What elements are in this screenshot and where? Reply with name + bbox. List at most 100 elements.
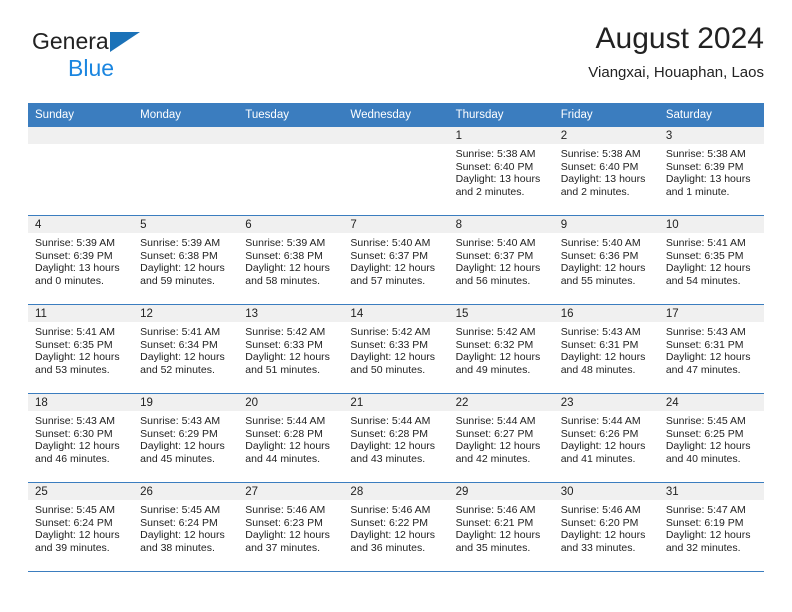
daylight-text-line2: and 54 minutes. xyxy=(665,274,741,287)
sunset-text: Sunset: 6:38 PM xyxy=(140,249,218,262)
calendar-day-cell[interactable]: 16 Sunrise: 5:43 AM Sunset: 6:31 PM Dayligh… xyxy=(553,304,659,394)
calendar-day-cell[interactable]: 27 Sunrise: 5:46 AM Sunset: 6:23 PM Dayligh… xyxy=(238,482,344,572)
calendar-day-cell[interactable]: 22 Sunrise: 5:44 AM Sunset: 6:27 PM Dayligh… xyxy=(448,393,554,483)
sunrise-text: Sunrise: 5:38 AM xyxy=(665,148,746,160)
day-number: 20 xyxy=(238,394,344,411)
sunrise-text: Sunrise: 5:44 AM xyxy=(245,415,326,427)
brand-line-2: Blue xyxy=(68,55,115,81)
daylight-text-line2: and 45 minutes. xyxy=(140,452,215,465)
calendar-day-cell[interactable]: 7 Sunrise: 5:40 AM Sunset: 6:37 PM Daylight… xyxy=(343,215,449,305)
calendar-week-row: 25 Sunrise: 5:45 AM Sunset: 6:24 PM Dayligh… xyxy=(28,482,764,572)
daylight-text-line2: and 51 minutes. xyxy=(245,363,320,376)
calendar-day-cell[interactable]: 6 Sunrise: 5:39 AM Sunset: 6:38 PM Daylight… xyxy=(238,215,344,305)
sunrise-text: Sunrise: 5:41 AM xyxy=(665,237,746,249)
sunset-text: Sunset: 6:21 PM xyxy=(455,516,534,529)
calendar-day-cell[interactable]: 28 Sunrise: 5:46 AM Sunset: 6:22 PM Dayligh… xyxy=(343,482,449,572)
calendar-day-cell[interactable]: 2 Sunrise: 5:38 AM Sunset: 6:40 PM Daylight… xyxy=(553,126,659,216)
calendar-day-cell[interactable]: 1 Sunrise: 5:38 AM Sunset: 6:40 PM Daylight… xyxy=(448,126,554,216)
day-number xyxy=(343,127,449,144)
calendar-day-cell[interactable]: 23 Sunrise: 5:44 AM Sunset: 6:26 PM Dayligh… xyxy=(553,393,659,483)
day-details: Sunrise: 5:44 AM Sunset: 6:28 PM Daylight:… xyxy=(343,411,448,465)
calendar-day-cell[interactable]: 12 Sunrise: 5:41 AM Sunset: 6:34 PM Dayligh… xyxy=(133,304,239,394)
daylight-text-line1: Daylight: 12 hours xyxy=(35,351,120,364)
daylight-text-line2: and 2 minutes. xyxy=(455,185,525,198)
general-blue-logo[interactable]: General Blue xyxy=(32,30,212,86)
calendar-day-cell[interactable]: 5 Sunrise: 5:39 AM Sunset: 6:38 PM Daylight… xyxy=(133,215,239,305)
calendar-table: Sunday Monday Tuesday Wednesday Thursday… xyxy=(28,103,764,572)
day-number: 30 xyxy=(553,483,659,500)
calendar-day-cell[interactable]: 3 Sunrise: 5:38 AM Sunset: 6:39 PM Daylight… xyxy=(658,126,764,216)
day-number: 11 xyxy=(28,305,134,322)
day-details: Sunrise: 5:43 AM Sunset: 6:29 PM Daylight:… xyxy=(133,411,238,465)
daylight-text-line1: Daylight: 12 hours xyxy=(455,262,541,275)
daylight-text-line1: Daylight: 12 hours xyxy=(140,262,225,275)
sunset-text: Sunset: 6:28 PM xyxy=(245,427,323,440)
calendar-day-cell[interactable]: 24 Sunrise: 5:45 AM Sunset: 6:25 PM Dayligh… xyxy=(658,393,764,483)
daylight-text-line1: Daylight: 13 hours xyxy=(665,173,751,186)
calendar-day-cell[interactable]: 11 Sunrise: 5:41 AM Sunset: 6:35 PM Dayligh… xyxy=(28,304,134,394)
daylight-text-line1: Daylight: 12 hours xyxy=(455,529,541,542)
calendar-day-cell[interactable]: 21 Sunrise: 5:44 AM Sunset: 6:28 PM Dayligh… xyxy=(343,393,449,483)
day-details: Sunrise: 5:41 AM Sunset: 6:35 PM Daylight:… xyxy=(28,322,133,376)
day-details: Sunrise: 5:43 AM Sunset: 6:31 PM Daylight:… xyxy=(659,322,764,376)
day-number: 8 xyxy=(448,216,554,233)
calendar-day-cell[interactable]: 31 Sunrise: 5:47 AM Sunset: 6:19 PM Dayligh… xyxy=(658,482,764,572)
sunrise-text: Sunrise: 5:39 AM xyxy=(35,237,115,249)
sunset-text: Sunset: 6:23 PM xyxy=(245,516,323,529)
calendar-day-cell[interactable]: 15 Sunrise: 5:42 AM Sunset: 6:32 PM Dayligh… xyxy=(448,304,554,394)
daylight-text-line1: Daylight: 12 hours xyxy=(560,351,646,364)
day-details: Sunrise: 5:46 AM Sunset: 6:21 PM Daylight:… xyxy=(449,500,554,554)
daylight-text-line1: Daylight: 12 hours xyxy=(455,440,541,453)
calendar-day-cell[interactable]: 20 Sunrise: 5:44 AM Sunset: 6:28 PM Dayligh… xyxy=(238,393,344,483)
daylight-text-line1: Daylight: 12 hours xyxy=(35,440,120,453)
calendar-day-cell[interactable]: 25 Sunrise: 5:45 AM Sunset: 6:24 PM Dayligh… xyxy=(28,482,134,572)
calendar-day-cell[interactable]: 18 Sunrise: 5:43 AM Sunset: 6:30 PM Dayligh… xyxy=(28,393,134,483)
calendar-day-cell[interactable]: 17 Sunrise: 5:43 AM Sunset: 6:31 PM Dayligh… xyxy=(658,304,764,394)
weekday-header-sunday: Sunday xyxy=(28,103,134,127)
day-number: 31 xyxy=(658,483,764,500)
sunset-text: Sunset: 6:35 PM xyxy=(665,249,744,262)
sunset-text: Sunset: 6:40 PM xyxy=(560,160,639,173)
weekday-header-monday: Monday xyxy=(133,103,239,127)
calendar-day-cell[interactable]: 8 Sunrise: 5:40 AM Sunset: 6:37 PM Daylight… xyxy=(448,215,554,305)
calendar-day-cell[interactable]: 13 Sunrise: 5:42 AM Sunset: 6:33 PM Dayligh… xyxy=(238,304,344,394)
day-number: 18 xyxy=(28,394,134,411)
calendar-cell-empty xyxy=(238,126,344,216)
sunrise-text: Sunrise: 5:40 AM xyxy=(350,237,431,249)
day-details: Sunrise: 5:39 AM Sunset: 6:38 PM Daylight:… xyxy=(238,233,343,287)
calendar-day-cell[interactable]: 14 Sunrise: 5:42 AM Sunset: 6:33 PM Dayligh… xyxy=(343,304,449,394)
day-number: 26 xyxy=(133,483,239,500)
calendar-day-cell[interactable]: 30 Sunrise: 5:46 AM Sunset: 6:20 PM Dayligh… xyxy=(553,482,659,572)
sunrise-text: Sunrise: 5:43 AM xyxy=(560,326,641,338)
sunrise-text: Sunrise: 5:44 AM xyxy=(455,415,536,427)
sunset-text: Sunset: 6:34 PM xyxy=(140,338,218,351)
day-details: Sunrise: 5:45 AM Sunset: 6:24 PM Daylight:… xyxy=(133,500,238,554)
sunrise-text: Sunrise: 5:39 AM xyxy=(245,237,326,249)
day-number: 13 xyxy=(238,305,344,322)
sunset-text: Sunset: 6:39 PM xyxy=(35,249,113,262)
day-details: Sunrise: 5:44 AM Sunset: 6:27 PM Daylight:… xyxy=(449,411,554,465)
daylight-text-line1: Daylight: 12 hours xyxy=(35,529,120,542)
calendar-day-cell[interactable]: 29 Sunrise: 5:46 AM Sunset: 6:21 PM Dayligh… xyxy=(448,482,554,572)
weekday-header-tuesday: Tuesday xyxy=(238,103,344,127)
calendar-day-cell[interactable]: 26 Sunrise: 5:45 AM Sunset: 6:24 PM Dayligh… xyxy=(133,482,239,572)
daylight-text-line1: Daylight: 12 hours xyxy=(350,440,436,453)
daylight-text-line1: Daylight: 13 hours xyxy=(35,262,120,275)
sunset-text: Sunset: 6:33 PM xyxy=(350,338,429,351)
daylight-text-line1: Daylight: 12 hours xyxy=(350,351,436,364)
sunrise-text: Sunrise: 5:43 AM xyxy=(665,326,746,338)
calendar-day-cell[interactable]: 19 Sunrise: 5:43 AM Sunset: 6:29 PM Dayligh… xyxy=(133,393,239,483)
calendar-day-cell[interactable]: 9 Sunrise: 5:40 AM Sunset: 6:36 PM Daylight… xyxy=(553,215,659,305)
sunset-text: Sunset: 6:27 PM xyxy=(455,427,534,440)
daylight-text-line2: and 33 minutes. xyxy=(560,541,636,554)
daylight-text-line2: and 1 minute. xyxy=(665,185,730,198)
calendar-day-cell[interactable]: 4 Sunrise: 5:39 AM Sunset: 6:39 PM Daylight… xyxy=(28,215,134,305)
title-block: August 2024 Viangxai, Houaphan, Laos xyxy=(588,22,764,81)
daylight-text-line1: Daylight: 12 hours xyxy=(455,351,541,364)
sunset-text: Sunset: 6:25 PM xyxy=(665,427,744,440)
calendar-day-cell[interactable]: 10 Sunrise: 5:41 AM Sunset: 6:35 PM Dayligh… xyxy=(658,215,764,305)
day-number: 19 xyxy=(133,394,239,411)
day-number: 5 xyxy=(133,216,239,233)
daylight-text-line1: Daylight: 12 hours xyxy=(560,440,646,453)
calendar-week-row: 11 Sunrise: 5:41 AM Sunset: 6:35 PM Dayligh… xyxy=(28,304,764,394)
